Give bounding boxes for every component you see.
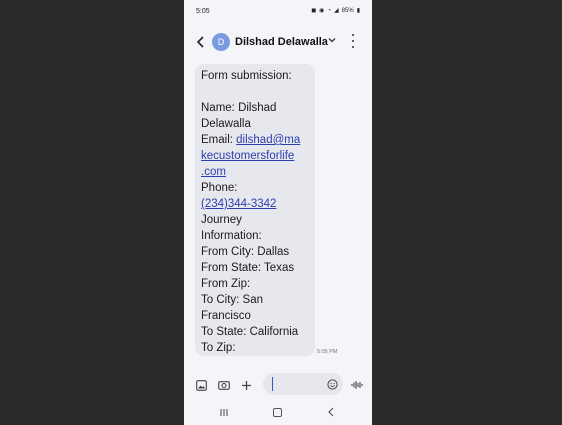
notification-icon: ◼ [311,8,317,14]
battery-text: 85% [341,8,354,14]
message-input[interactable] [263,373,343,395]
email-link-cont[interactable]: kecustomersforlife [201,148,309,164]
message-line: From State: Texas [201,262,295,274]
battery-icon: ▮ [356,8,360,14]
chevron-down-icon[interactable] [328,36,336,46]
message-line: Information: [201,230,262,242]
message-bubble[interactable]: Form submission: Name: Dilshad Delawalla… [195,64,315,356]
text-caret [272,377,273,391]
nav-back-icon[interactable] [324,405,338,419]
message-line [201,84,309,100]
message-line: From Zip: [201,278,251,290]
contact-name[interactable]: Dilshad Delawalla [235,36,328,48]
composer-bar [184,372,372,398]
message-line: To State: California [201,326,299,338]
status-time: 5:05 [196,8,210,15]
recents-icon[interactable] [217,405,231,419]
voice-wave-icon[interactable] [349,377,365,393]
message-line: To Zip: [201,342,236,354]
wifi-icon: ◔ [327,8,332,14]
back-arrow-icon[interactable] [194,35,208,49]
email-link-end[interactable]: .com [201,164,309,180]
message-line: Phone: [201,182,238,194]
message-line: From City: Dallas [201,246,290,258]
message-line: Journey [201,214,242,226]
phone-link[interactable]: (234)344-3342 [201,196,309,212]
camera-icon[interactable] [216,377,232,393]
image-icon[interactable] [193,377,209,393]
home-icon[interactable] [270,405,284,419]
email-link[interactable]: dilshad@ma [236,134,300,146]
message-line: Francisco [201,310,251,322]
avatar[interactable]: D [212,33,230,51]
status-icons: ◼ ◉ ◔ ◢ 85% ▮ [311,8,360,15]
system-nav-bar [184,402,372,425]
message-line: Name: Dilshad [201,102,277,114]
message-line: Delawalla [201,118,251,130]
alarm-icon: ◉ [319,8,325,14]
emoji-icon[interactable] [325,377,339,391]
conversation-header: D Dilshad Delawalla [184,28,372,56]
email-label: Email: [201,134,237,146]
plus-icon[interactable] [238,377,254,393]
signal-icon: ◢ [334,8,339,14]
status-bar: 5:05 ◼ ◉ ◔ ◢ 85% ▮ [184,0,372,22]
message-line: Form submission: [201,70,292,82]
message-line: Email: dilshad@ma [201,132,309,148]
message-line: To City: San [201,294,263,306]
more-vert-icon[interactable] [349,34,357,48]
message-timestamp: 5:05 PM [317,349,338,355]
